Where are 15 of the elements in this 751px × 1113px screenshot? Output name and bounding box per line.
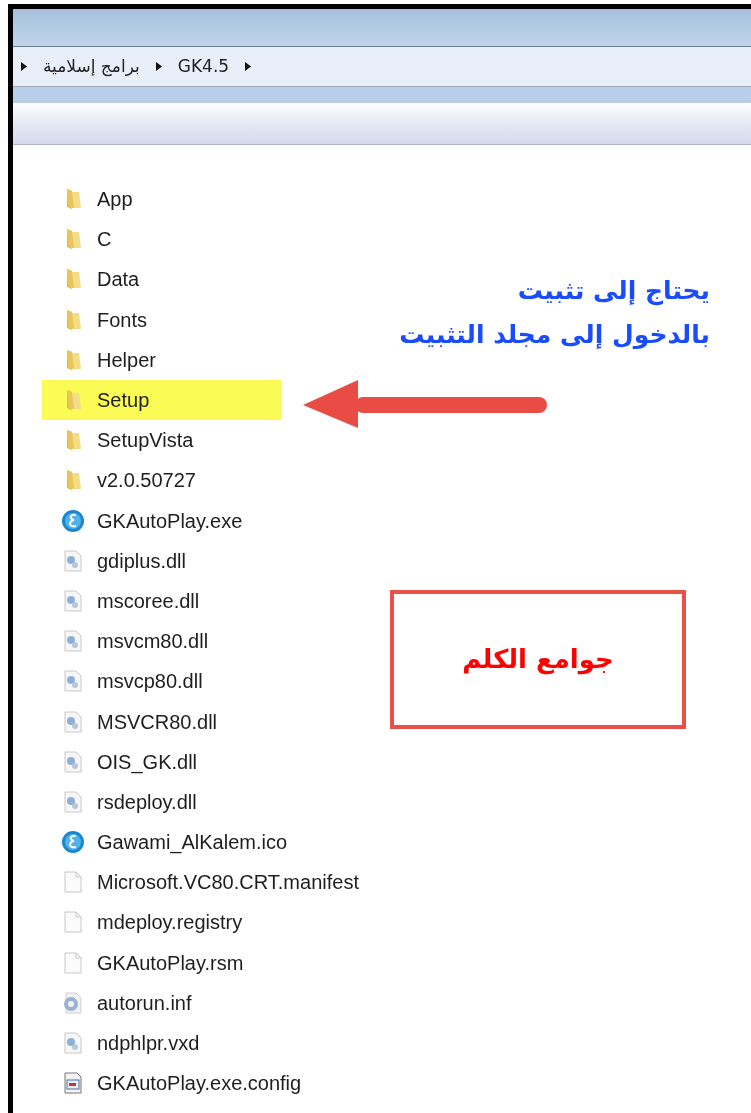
app-icon bbox=[61, 830, 85, 855]
breadcrumb-item[interactable]: GK4.5 bbox=[177, 53, 230, 80]
annotation-text: بالدخول إلى مجلد التثبيت bbox=[399, 319, 710, 351]
callout-text: جوامع الكلم bbox=[462, 643, 614, 677]
file-icon bbox=[61, 950, 85, 975]
file-item[interactable]: Setup bbox=[42, 379, 282, 421]
file-icon bbox=[61, 910, 85, 935]
caret-icon[interactable] bbox=[21, 62, 27, 71]
file-icon bbox=[61, 870, 85, 895]
breadcrumb-item[interactable]: برامج إسلامية bbox=[43, 53, 140, 80]
app-icon bbox=[61, 508, 85, 533]
caret-icon[interactable] bbox=[155, 62, 162, 71]
config-file-icon bbox=[61, 1071, 85, 1096]
caret-icon[interactable] bbox=[245, 62, 252, 71]
annotation-text: يحتاج إلى تثبيت bbox=[517, 275, 710, 308]
